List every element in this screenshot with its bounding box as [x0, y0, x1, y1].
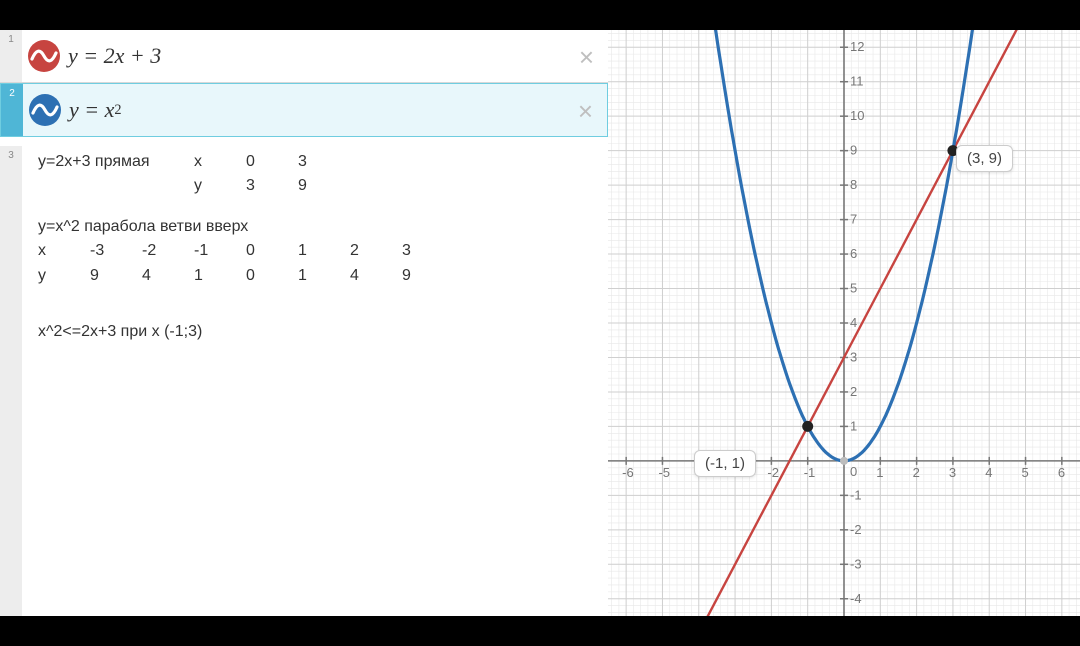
row-index: 3 [0, 146, 22, 616]
table-cell: 9 [298, 175, 350, 197]
table-cell: 1 [194, 265, 246, 287]
svg-text:0: 0 [850, 464, 857, 479]
svg-text:3: 3 [850, 349, 857, 364]
table-cell: -1 [194, 240, 246, 262]
table-cell: 3 [246, 175, 298, 197]
graph-canvas[interactable]: -6-5-4-3-2-10123456-4-3-2-11234567891011… [608, 30, 1080, 616]
expression-row-2[interactable]: 2 y = x2 × [0, 83, 608, 137]
notes-area[interactable]: y=2x+3 прямая x 0 3 y 3 9 y=x^2 парабола… [0, 137, 608, 371]
svg-text:10: 10 [850, 108, 864, 123]
wave-icon[interactable] [29, 94, 61, 126]
svg-text:6: 6 [850, 246, 857, 261]
row-index: 1 [0, 30, 22, 82]
table-cell: 4 [350, 265, 402, 287]
svg-text:11: 11 [850, 74, 864, 89]
table-cell: x [194, 151, 246, 173]
wave-icon[interactable] [28, 40, 60, 72]
svg-text:1: 1 [850, 418, 857, 433]
notes-text: y=x^2 парабола ветви вверх [38, 216, 598, 238]
expression-row-1[interactable]: 1 y = 2x + 3 × [0, 30, 608, 83]
point-label-a: (-1, 1) [694, 450, 756, 477]
close-icon[interactable]: × [578, 98, 593, 124]
expression-formula[interactable]: y = x2 [69, 84, 607, 136]
svg-text:-2: -2 [767, 465, 779, 480]
table-cell: 0 [246, 240, 298, 262]
table-cell: y [38, 265, 90, 287]
svg-text:6: 6 [1058, 465, 1065, 480]
table-cell: 2 [350, 240, 402, 262]
table-cell: y [194, 175, 246, 197]
svg-text:-1: -1 [850, 487, 862, 502]
table-cell: 0 [246, 151, 298, 173]
svg-text:-6: -6 [622, 465, 634, 480]
svg-text:12: 12 [850, 39, 864, 54]
svg-text:-2: -2 [850, 522, 862, 537]
svg-text:-5: -5 [658, 465, 670, 480]
table-cell: 1 [298, 240, 350, 262]
expression-formula[interactable]: y = 2x + 3 [68, 30, 608, 82]
svg-text:5: 5 [1022, 465, 1029, 480]
table-cell: 1 [298, 265, 350, 287]
svg-text:-3: -3 [850, 556, 862, 571]
svg-text:4: 4 [850, 315, 857, 330]
svg-text:3: 3 [949, 465, 956, 480]
svg-text:5: 5 [850, 281, 857, 296]
graph-pane[interactable]: -6-5-4-3-2-10123456-4-3-2-11234567891011… [608, 30, 1080, 616]
notes-text: y=2x+3 прямая [38, 151, 194, 173]
row-index: 2 [1, 84, 23, 136]
svg-text:4: 4 [985, 465, 992, 480]
table-cell: -2 [142, 240, 194, 262]
table-cell: x [38, 240, 90, 262]
point-label-b: (3, 9) [956, 145, 1013, 172]
svg-text:7: 7 [850, 212, 857, 227]
table-cell: 9 [402, 265, 454, 287]
svg-text:-1: -1 [804, 465, 816, 480]
close-icon[interactable]: × [579, 44, 594, 70]
table-cell: 3 [402, 240, 454, 262]
table-cell: 4 [142, 265, 194, 287]
svg-text:9: 9 [850, 143, 857, 158]
letterbox-bottom [0, 616, 1080, 646]
table-cell: 3 [298, 151, 350, 173]
letterbox-top [0, 0, 1080, 30]
table-cell: -3 [90, 240, 142, 262]
svg-text:1: 1 [876, 465, 883, 480]
expression-panel: 1 y = 2x + 3 × 2 y = x2 × 3 y [0, 30, 608, 616]
svg-text:-4: -4 [850, 591, 862, 606]
table-cell: 0 [246, 265, 298, 287]
svg-text:8: 8 [850, 177, 857, 192]
svg-text:2: 2 [913, 465, 920, 480]
app-window: 1 y = 2x + 3 × 2 y = x2 × 3 y [0, 30, 1080, 616]
notes-text: x^2<=2x+3 при x (-1;3) [38, 323, 202, 340]
table-cell: 9 [90, 265, 142, 287]
svg-text:2: 2 [850, 384, 857, 399]
